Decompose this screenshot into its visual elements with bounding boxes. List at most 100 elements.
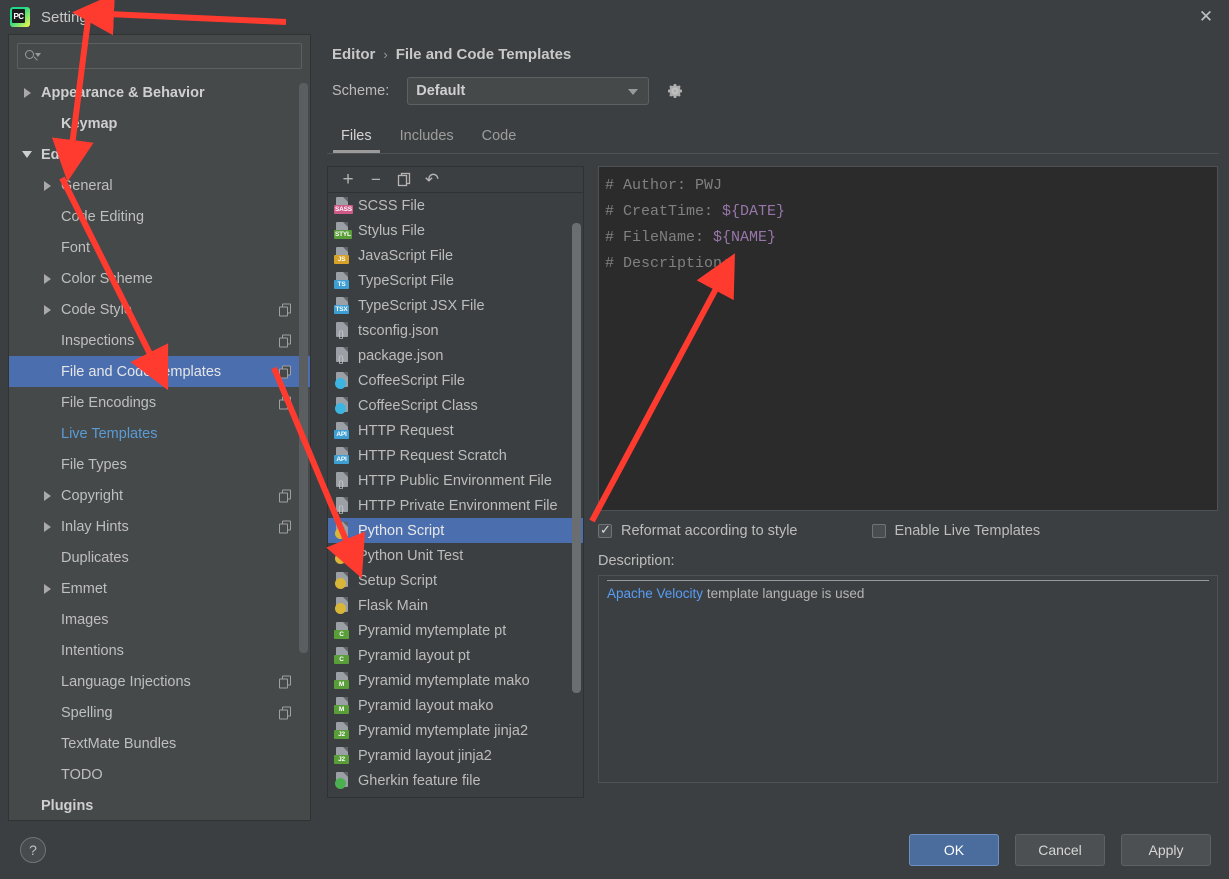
sidebar-item-copyright[interactable]: Copyright (9, 480, 310, 511)
sidebar-item-inspections[interactable]: Inspections (9, 325, 310, 356)
project-scope-icon (279, 396, 292, 409)
sidebar-item-code-editing[interactable]: Code Editing (9, 201, 310, 232)
search-box[interactable] (17, 43, 302, 69)
sidebar-item-images[interactable]: Images (9, 604, 310, 635)
sidebar-item-color-scheme[interactable]: Color Scheme (9, 263, 310, 294)
template-list-item-label: Flask Main (358, 597, 429, 614)
chevron-right-icon[interactable] (39, 180, 55, 191)
sidebar-item-inlay-hints[interactable]: Inlay Hints (9, 511, 310, 542)
sidebar-item-file-types[interactable]: File Types (9, 449, 310, 480)
cancel-button[interactable]: Cancel (1015, 834, 1105, 866)
chevron-right-icon[interactable] (19, 87, 35, 98)
scheme-select[interactable]: Default (407, 77, 650, 105)
template-list-item[interactable]: STYL Stylus File (328, 218, 583, 243)
dialog-footer: ? OK Cancel Apply (0, 821, 1229, 879)
template-list-scrollbar[interactable] (572, 195, 581, 795)
template-list-item[interactable]: {} package.json (328, 343, 583, 368)
chevron-down-icon[interactable] (19, 151, 35, 158)
gherkin-feature-icon (334, 772, 351, 789)
template-list-item[interactable]: SASS SCSS File (328, 193, 583, 218)
sidebar-item-emmet[interactable]: Emmet (9, 573, 310, 604)
code-comment-text: # Author: PWJ (605, 177, 723, 194)
template-list-item[interactable]: JS JavaScript File (328, 243, 583, 268)
python-file-icon (334, 522, 351, 539)
template-list-item[interactable]: CoffeeScript Class (328, 393, 583, 418)
template-list-item[interactable]: M Pyramid layout mako (328, 693, 583, 718)
chevron-right-icon[interactable] (39, 583, 55, 594)
template-list-item[interactable]: {} HTTP Public Environment File (328, 468, 583, 493)
template-list-item[interactable]: J2 Pyramid layout jinja2 (328, 743, 583, 768)
chevron-right-icon[interactable] (39, 273, 55, 284)
chevron-right-icon[interactable] (39, 490, 55, 501)
reformat-checkbox-row[interactable]: Reformat according to style (598, 522, 798, 539)
reset-template-button[interactable]: ↶ (420, 169, 444, 191)
template-list-item[interactable]: TS TypeScript File (328, 268, 583, 293)
tab-code[interactable]: Code (468, 119, 531, 153)
help-button[interactable]: ? (20, 837, 46, 863)
template-list-item[interactable]: M Pyramid mytemplate mako (328, 668, 583, 693)
sidebar-item-live-templates[interactable]: Live Templates (9, 418, 310, 449)
template-list-item[interactable]: Python Unit Test (328, 543, 583, 568)
chevron-right-icon[interactable] (39, 521, 55, 532)
apply-button[interactable]: Apply (1121, 834, 1211, 866)
template-list-item[interactable]: API HTTP Request Scratch (328, 443, 583, 468)
sidebar-item-spelling[interactable]: Spelling (9, 697, 310, 728)
remove-template-button[interactable]: − (364, 169, 388, 191)
add-template-button[interactable]: + (336, 169, 360, 191)
template-list-item[interactable]: {} tsconfig.json (328, 318, 583, 343)
sidebar-item-file-and-code-templates[interactable]: File and Code Templates (9, 356, 310, 387)
search-input[interactable] (40, 48, 295, 64)
code-comment-text: # CreatTime: (605, 203, 723, 220)
copy-template-button[interactable] (392, 169, 416, 191)
sidebar-item-textmate-bundles[interactable]: TextMate Bundles (9, 728, 310, 759)
template-list-item[interactable]: Python Script (328, 518, 583, 543)
template-list-item-label: HTTP Request Scratch (358, 447, 507, 464)
sidebar-item-plugins[interactable]: Plugins (9, 790, 310, 820)
sidebar-item-label: TextMate Bundles (61, 735, 177, 752)
live-templates-checkbox[interactable] (871, 524, 886, 538)
sidebar-item-todo[interactable]: TODO (9, 759, 310, 790)
apache-velocity-link[interactable]: Apache Velocity (607, 586, 703, 601)
sidebar-item-label: Spelling (61, 704, 113, 721)
template-list-item[interactable]: API HTTP Request (328, 418, 583, 443)
sidebar-item-keymap[interactable]: Keymap (9, 108, 310, 139)
sidebar-item-label: General (61, 177, 113, 194)
sidebar-item-general[interactable]: General (9, 170, 310, 201)
sidebar-item-duplicates[interactable]: Duplicates (9, 542, 310, 573)
ok-button[interactable]: OK (909, 834, 999, 866)
close-icon[interactable]: ✕ (1183, 0, 1229, 34)
template-list-item[interactable]: {} HTTP Private Environment File (328, 493, 583, 518)
gear-icon[interactable] (665, 81, 685, 101)
template-list-item[interactable]: C Pyramid mytemplate pt (328, 618, 583, 643)
template-list-item[interactable]: Setup Script (328, 568, 583, 593)
sidebar-item-label: Keymap (61, 115, 118, 132)
tab-files[interactable]: Files (327, 119, 386, 153)
description-text: Apache Velocity template language is use… (607, 586, 1209, 601)
http-public-env-icon: {} (334, 472, 351, 489)
template-list-item[interactable]: TSX TypeScript JSX File (328, 293, 583, 318)
sidebar-item-appearance-behavior[interactable]: Appearance & Behavior (9, 77, 310, 108)
breadcrumb-parent[interactable]: Editor (332, 46, 375, 63)
live-templates-checkbox-row[interactable]: Enable Live Templates (871, 523, 1040, 539)
template-list-item[interactable]: Flask Main (328, 593, 583, 618)
sidebar-item-code-style[interactable]: Code Style (9, 294, 310, 325)
template-code-editor[interactable]: # Author: PWJ # CreatTime: ${DATE} # FileN… (598, 166, 1218, 511)
tab-includes[interactable]: Includes (386, 119, 468, 153)
code-line: # FileName: ${NAME} (605, 225, 1217, 251)
sidebar-item-font[interactable]: Font (9, 232, 310, 263)
project-scope-icon (279, 520, 292, 533)
sidebar-item-language-injections[interactable]: Language Injections (9, 666, 310, 697)
reformat-checkbox[interactable] (598, 522, 612, 538)
sidebar-item-label: Images (61, 611, 109, 628)
template-list-item[interactable]: J2 Pyramid mytemplate jinja2 (328, 718, 583, 743)
sidebar-item-editor[interactable]: Editor (9, 139, 310, 170)
template-list-item[interactable]: CoffeeScript File (328, 368, 583, 393)
sidebar-item-file-encodings[interactable]: File Encodings (9, 387, 310, 418)
sidebar-scrollbar-thumb[interactable] (299, 83, 308, 653)
sidebar-item-intentions[interactable]: Intentions (9, 635, 310, 666)
chevron-right-icon[interactable] (39, 304, 55, 315)
sidebar-scrollbar[interactable] (299, 83, 308, 653)
template-list-item[interactable]: Gherkin feature file (328, 768, 583, 793)
template-list-scrollbar-thumb[interactable] (572, 223, 581, 693)
template-list-item[interactable]: C Pyramid layout pt (328, 643, 583, 668)
